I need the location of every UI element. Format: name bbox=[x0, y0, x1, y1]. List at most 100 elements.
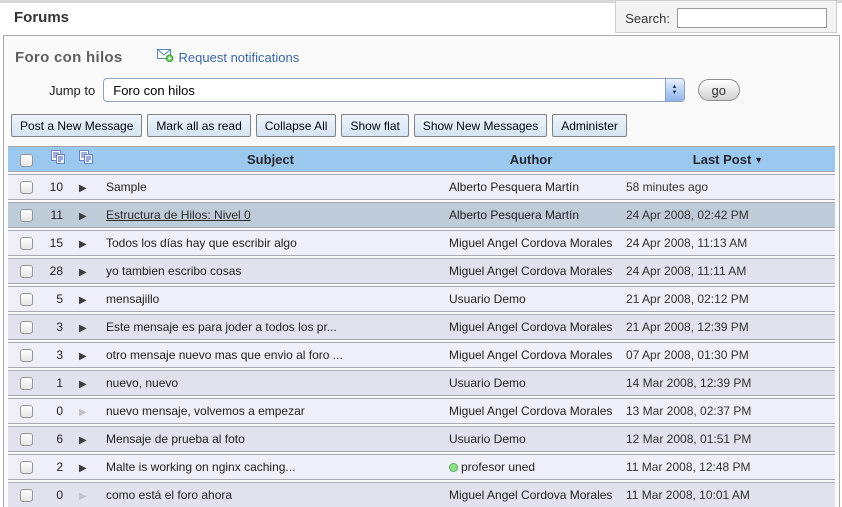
reply-count: 28 bbox=[44, 264, 72, 278]
expand-thread-icon[interactable]: ▶ bbox=[79, 379, 87, 390]
expand-thread-icon[interactable]: ▶ bbox=[79, 183, 87, 194]
thread-checkbox-cell bbox=[8, 320, 44, 334]
expand-thread-icon[interactable]: ▶ bbox=[79, 435, 87, 446]
table-header-row: Subject Author Last Post▼ bbox=[8, 146, 835, 172]
row-checkbox[interactable] bbox=[20, 293, 33, 306]
topbar: Forums Search: bbox=[0, 3, 842, 32]
thread-last-post: 24 Apr 2008, 11:11 AM bbox=[621, 264, 835, 278]
mark-all-read-button[interactable]: Mark all as read bbox=[147, 114, 250, 137]
row-checkbox[interactable] bbox=[20, 237, 33, 250]
thread-subject[interactable]: como está el foro ahora bbox=[106, 488, 232, 502]
thread-row: 28▶yo tambien escribo cosasMiguel Angel … bbox=[8, 258, 835, 284]
thread-subject[interactable]: Mensaje de prueba al foto bbox=[106, 432, 245, 446]
thread-checkbox-cell bbox=[8, 404, 44, 418]
row-checkbox[interactable] bbox=[20, 349, 33, 362]
thread-subject[interactable]: Sample bbox=[106, 180, 147, 194]
thread-row: 0▶como está el foro ahoraMiguel Angel Co… bbox=[8, 482, 835, 507]
expand-thread-icon: ▶ bbox=[79, 491, 87, 502]
reply-count: 3 bbox=[44, 320, 72, 334]
show-new-messages-button[interactable]: Show New Messages bbox=[414, 114, 547, 137]
thread-author: Miguel Angel Cordova Morales bbox=[449, 348, 612, 362]
post-new-message-button[interactable]: Post a New Message bbox=[11, 114, 142, 137]
thread-list: 10▶SampleAlberto Pesquera Martín58 minut… bbox=[8, 174, 835, 507]
forum-title-row: Foro con hilos Request notifications bbox=[15, 48, 839, 67]
reply-count: 11 bbox=[44, 208, 72, 222]
thread-author: Miguel Angel Cordova Morales bbox=[449, 404, 612, 418]
go-button[interactable]: go bbox=[698, 79, 740, 101]
select-none-icon[interactable] bbox=[79, 150, 93, 168]
author-cell: Alberto Pesquera Martín bbox=[441, 180, 621, 194]
expand-thread-icon[interactable]: ▶ bbox=[79, 323, 87, 334]
jump-to-select[interactable]: Foro con hilos ▲▼ bbox=[103, 78, 684, 102]
expand-cell: ▶ bbox=[72, 348, 100, 362]
reply-count: 1 bbox=[44, 376, 72, 390]
show-flat-button[interactable]: Show flat bbox=[341, 114, 408, 137]
last-post-column-header[interactable]: Last Post▼ bbox=[621, 152, 835, 167]
expand-cell: ▶ bbox=[72, 320, 100, 334]
row-checkbox[interactable] bbox=[20, 461, 33, 474]
thread-last-post: 07 Apr 2008, 01:30 PM bbox=[621, 348, 835, 362]
row-checkbox[interactable] bbox=[20, 433, 33, 446]
subject-cell: Mensaje de prueba al foto bbox=[100, 432, 441, 446]
thread-subject[interactable]: yo tambien escribo cosas bbox=[106, 264, 241, 278]
expand-cell: ▶ bbox=[72, 488, 100, 502]
expand-thread-icon[interactable]: ▶ bbox=[79, 351, 87, 362]
request-notifications-link[interactable]: Request notifications bbox=[157, 48, 300, 67]
reply-count: 15 bbox=[44, 236, 72, 250]
row-checkbox[interactable] bbox=[20, 321, 33, 334]
row-checkbox[interactable] bbox=[20, 489, 33, 502]
thread-row: 15 ▶ Todos los días hay que escribir algo M… bbox=[8, 230, 835, 256]
subject-cell: Sample bbox=[100, 180, 441, 194]
header-icon-cell-2 bbox=[72, 150, 100, 168]
row-checkbox[interactable] bbox=[20, 209, 33, 222]
thread-checkbox-cell bbox=[8, 488, 44, 502]
sort-desc-icon: ▼ bbox=[754, 155, 763, 165]
thread-subject[interactable]: Estructura de Hilos: Nivel 0 bbox=[106, 208, 251, 222]
thread-subject[interactable]: Este mensaje es para joder a todos los p… bbox=[106, 320, 337, 334]
thread-last-post: 11 Mar 2008, 10:01 AM bbox=[621, 488, 835, 502]
row-checkbox[interactable] bbox=[20, 181, 33, 194]
thread-author: Miguel Angel Cordova Morales bbox=[449, 236, 612, 250]
subject-cell: otro mensaje nuevo mas que envio al foro… bbox=[100, 348, 441, 362]
expand-cell: ▶ bbox=[72, 180, 100, 194]
thread-subject[interactable]: Malte is working on nginx caching... bbox=[106, 460, 295, 474]
thread-row: 3▶otro mensaje nuevo mas que envio al fo… bbox=[8, 342, 835, 368]
expand-thread-icon[interactable]: ▶ bbox=[79, 239, 87, 250]
author-column-header: Author bbox=[441, 152, 621, 167]
expand-thread-icon[interactable]: ▶ bbox=[79, 211, 87, 222]
thread-subject[interactable]: nuevo mensaje, volvemos a empezar bbox=[106, 404, 305, 418]
subject-cell: Este mensaje es para joder a todos los p… bbox=[100, 320, 441, 334]
subject-cell: nuevo mensaje, volvemos a empezar bbox=[100, 404, 441, 418]
thread-last-post: 14 Mar 2008, 12:39 PM bbox=[621, 376, 835, 390]
row-checkbox[interactable] bbox=[20, 405, 33, 418]
request-notifications-label: Request notifications bbox=[179, 50, 300, 65]
expand-cell: ▶ bbox=[72, 264, 100, 278]
expand-thread-icon[interactable]: ▶ bbox=[79, 295, 87, 306]
thread-last-post: 24 Apr 2008, 11:13 AM bbox=[621, 236, 835, 250]
expand-thread-icon[interactable]: ▶ bbox=[79, 463, 87, 474]
thread-checkbox-cell bbox=[8, 292, 44, 306]
expand-thread-icon[interactable]: ▶ bbox=[79, 267, 87, 278]
select-all-checkbox[interactable] bbox=[20, 154, 33, 167]
author-cell: Miguel Angel Cordova Morales bbox=[441, 236, 621, 250]
reply-count: 10 bbox=[44, 180, 72, 194]
expand-cell: ▶ bbox=[72, 208, 100, 222]
administer-button[interactable]: Administer bbox=[552, 114, 627, 137]
search-input[interactable] bbox=[677, 8, 827, 28]
thread-checkbox-cell bbox=[8, 180, 44, 194]
row-checkbox[interactable] bbox=[20, 377, 33, 390]
search-box: Search: bbox=[615, 0, 837, 33]
select-stepper-icon: ▲▼ bbox=[665, 79, 684, 101]
collapse-all-button[interactable]: Collapse All bbox=[256, 114, 337, 137]
thread-row: 10▶SampleAlberto Pesquera Martín58 minut… bbox=[8, 174, 835, 200]
select-all-icon[interactable] bbox=[51, 150, 65, 168]
author-cell: Usuario Demo bbox=[441, 376, 621, 390]
thread-subject[interactable]: mensajillo bbox=[106, 292, 159, 306]
thread-subject[interactable]: Todos los días hay que escribir algo bbox=[106, 236, 297, 250]
thread-author: Alberto Pesquera Martín bbox=[449, 208, 579, 222]
thread-subject[interactable]: nuevo, nuevo bbox=[106, 376, 178, 390]
expand-cell: ▶ bbox=[72, 404, 100, 418]
thread-subject[interactable]: otro mensaje nuevo mas que envio al foro… bbox=[106, 348, 343, 362]
thread-row: 11 ▶ Estructura de Hilos: Nivel 0 Alberto P… bbox=[8, 202, 835, 228]
row-checkbox[interactable] bbox=[20, 265, 33, 278]
